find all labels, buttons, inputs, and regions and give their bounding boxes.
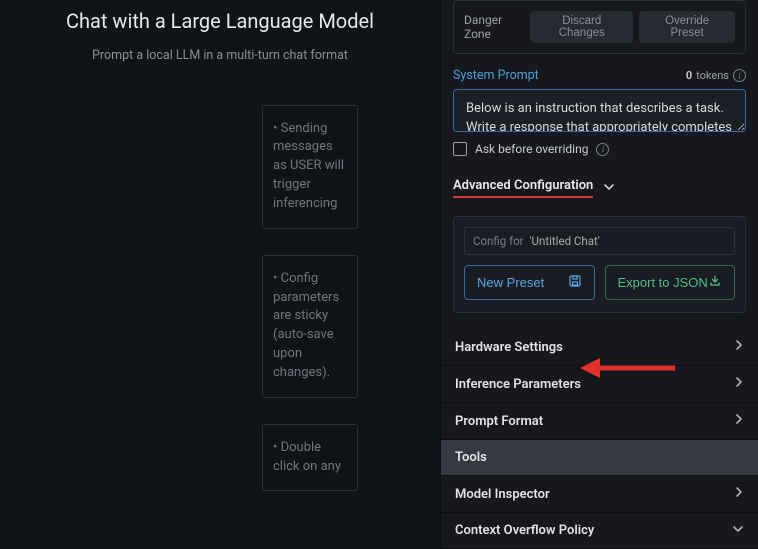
save-preset-icon [568, 274, 582, 291]
section-label: Context Overflow Policy [455, 523, 594, 538]
danger-zone-row: Danger Zone Discard Changes Override Pre… [453, 0, 746, 54]
export-icon [708, 274, 722, 291]
config-chat-name: 'Untitled Chat' [530, 234, 600, 248]
page-subtitle: Prompt a local LLM in a multi-turn chat … [92, 47, 348, 65]
config-for-row: Config for 'Untitled Chat' [464, 227, 735, 255]
section-label: Inference Parameters [455, 377, 581, 392]
chevron-right-icon [734, 486, 744, 502]
ask-before-overriding-row: Ask before overriding i [453, 142, 746, 156]
chevron-right-icon [734, 376, 744, 392]
section-model-inspector[interactable]: Model Inspector [441, 476, 758, 513]
tip-box: • Double click on any [262, 424, 358, 492]
ask-before-overriding-label: Ask before overriding [475, 142, 588, 156]
system-prompt-label: System Prompt [453, 68, 539, 83]
chevron-down-icon [732, 523, 744, 538]
section-label: Hardware Settings [455, 340, 563, 355]
section-hardware-settings[interactable]: Hardware Settings [441, 329, 758, 366]
section-label: Model Inspector [455, 487, 550, 502]
tip-box: • Config parameters are sticky (auto-sav… [262, 255, 358, 398]
export-json-button[interactable]: Export to JSON [605, 265, 736, 300]
override-preset-button[interactable]: Override Preset [639, 11, 735, 43]
advanced-config-header[interactable]: Advanced Configuration [453, 178, 746, 198]
right-panel: Danger Zone Discard Changes Override Pre… [440, 0, 758, 549]
discard-changes-button[interactable]: Discard Changes [530, 11, 633, 43]
section-label: Tools [455, 450, 487, 465]
section-inference-parameters[interactable]: Inference Parameters [441, 366, 758, 403]
tips-column: • Sending messages as USER will trigger … [262, 105, 358, 492]
section-tools-header: Tools [441, 440, 758, 476]
ask-before-overriding-checkbox[interactable] [453, 142, 467, 156]
chevron-right-icon [734, 339, 744, 355]
info-icon[interactable]: i [596, 143, 609, 156]
page-title: Chat with a Large Language Model [66, 8, 374, 35]
system-prompt-textarea[interactable] [453, 89, 746, 132]
token-count: 0 tokens i [686, 69, 746, 82]
section-prompt-format[interactable]: Prompt Format [441, 403, 758, 440]
advanced-config-title: Advanced Configuration [453, 178, 593, 198]
info-icon[interactable]: i [733, 69, 746, 82]
chevron-right-icon [734, 413, 744, 429]
left-panel: Chat with a Large Language Model Prompt … [0, 0, 440, 549]
danger-zone-label: Danger Zone [464, 13, 530, 41]
config-for-label: Config for [473, 234, 524, 248]
new-preset-button[interactable]: New Preset [464, 265, 595, 300]
tip-box: • Sending messages as USER will trigger … [262, 105, 358, 229]
system-prompt-header: System Prompt 0 tokens i [453, 68, 746, 83]
section-context-overflow-policy[interactable]: Context Overflow Policy [441, 513, 758, 549]
section-label: Prompt Format [455, 414, 543, 429]
chevron-down-icon [603, 181, 615, 196]
config-card: Config for 'Untitled Chat' New Preset Ex… [453, 216, 746, 313]
